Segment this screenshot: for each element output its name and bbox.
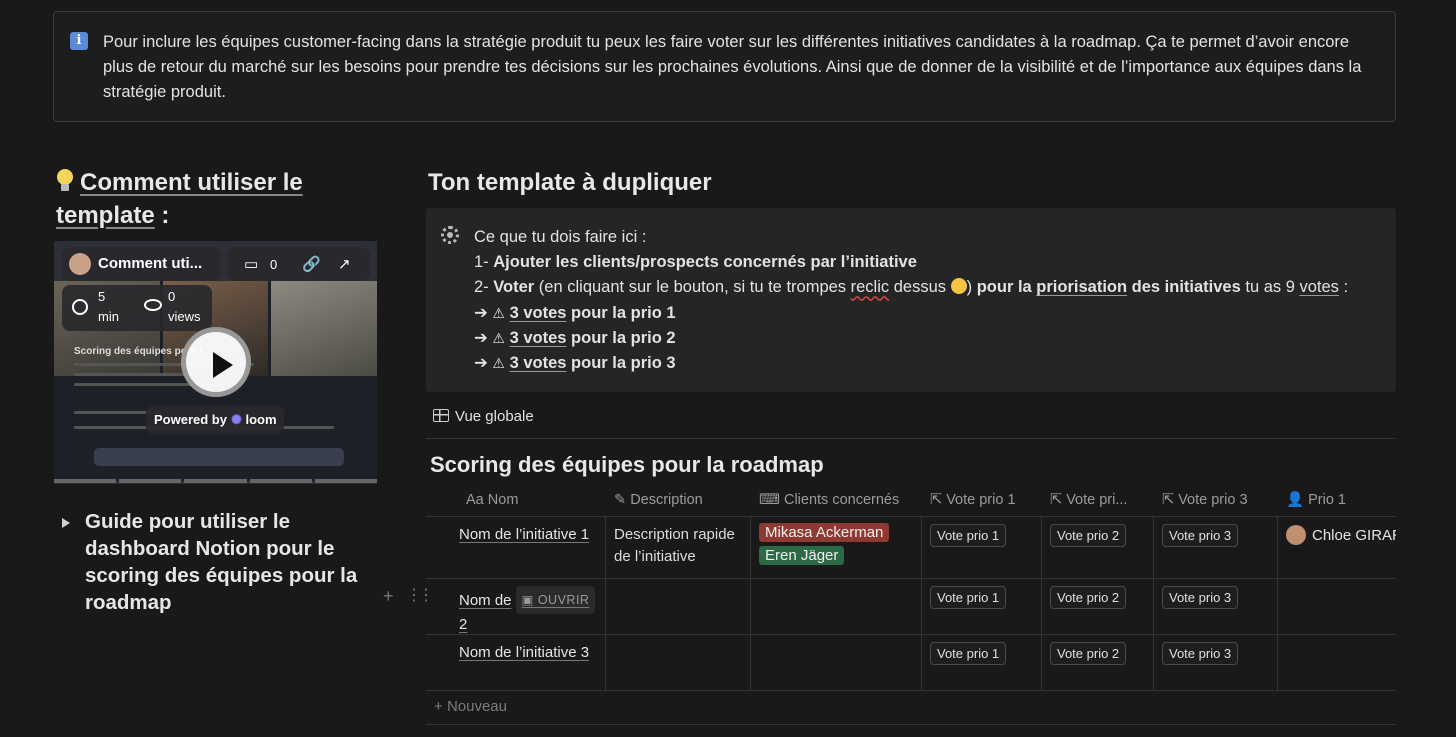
row-clients[interactable] (751, 579, 922, 634)
vote-prio-1-button[interactable]: Vote prio 1 (930, 586, 1007, 609)
row-name: Nom de l’initiative 1 (459, 526, 590, 543)
duration-unit: min (98, 309, 119, 324)
gear-icon (441, 226, 459, 244)
toggle-arrow-icon[interactable] (62, 518, 70, 528)
clock-icon (72, 299, 88, 315)
column-header-vote1[interactable]: ⇱ Vote prio 1 (922, 484, 1042, 516)
view-tab-label: Vue globale (455, 408, 534, 425)
vote-prio-1-button[interactable]: Vote prio 1 (930, 642, 1007, 665)
eye-icon (144, 299, 162, 311)
column-header-vote2[interactable]: ⇱ Vote pri... (1042, 484, 1154, 516)
row-clients[interactable]: Mikasa Ackerman Eren Jäger (751, 517, 922, 578)
row-description[interactable]: Description rapide de l’initiative (606, 517, 751, 578)
prio1-cell[interactable]: Chloe GIRAR (1278, 517, 1396, 578)
link-icon[interactable]: 🔗 (302, 255, 321, 273)
prio1-cell[interactable] (1278, 635, 1396, 690)
video-stats-pill: 5 min 0 views (62, 285, 212, 331)
column-header-name[interactable]: Aa Nom (426, 484, 606, 516)
video-title-pill[interactable]: Comment uti... (62, 247, 220, 281)
vote-prio-3-button[interactable]: Vote prio 3 (1162, 524, 1239, 547)
vote-prio-3-button[interactable]: Vote prio 3 (1162, 642, 1239, 665)
row-description[interactable] (606, 635, 751, 690)
views-unit: views (168, 309, 201, 324)
column-header-vote3[interactable]: ⇱ Vote prio 3 (1154, 484, 1278, 516)
database-title[interactable]: Scoring des équipes pour la roadmap (430, 452, 824, 478)
instructions-step-1: 1- Ajouter les clients/prospects concern… (474, 253, 917, 272)
comment-icon[interactable]: ▭ (244, 255, 258, 273)
how-to-link[interactable]: Comment utiliser le template (56, 169, 303, 229)
avatar (1286, 525, 1306, 545)
new-row-button[interactable]: + Nouveau (426, 692, 507, 722)
doc-line (74, 373, 194, 376)
column-header-description[interactable]: ✎ Description (606, 484, 751, 516)
open-button[interactable]: ▣ OUVRIR (515, 586, 596, 614)
play-button[interactable] (181, 327, 251, 397)
row-description[interactable] (606, 579, 751, 634)
client-tag: Eren Jäger (759, 546, 845, 565)
prio-line: ➔ ⚠ 3 votes pour la prio 3 (474, 351, 1389, 376)
scoring-table: Aa Nom ✎ Description ⌨ Clients concernés… (426, 484, 1396, 725)
column-header-prio1[interactable]: 👤 Prio 1 (1278, 484, 1396, 516)
how-to-heading: Comment utiliser le template : (56, 166, 356, 232)
instructions-step-2: 2- Voter (en cliquant sur le bouton, si … (474, 278, 1349, 297)
dock-bar (94, 448, 344, 466)
heading-suffix: : (154, 202, 170, 229)
external-link-icon[interactable]: ↗ (338, 255, 351, 273)
row-clients[interactable] (751, 635, 922, 690)
vote-prio-3-button[interactable]: Vote prio 3 (1162, 586, 1239, 609)
video-progress (54, 479, 377, 483)
info-icon: i (70, 32, 88, 50)
divider (426, 438, 1396, 439)
intro-text: Pour inclure les équipes customer-facing… (103, 33, 1362, 101)
column-header-clients[interactable]: ⌨ Clients concernés (751, 484, 922, 516)
text-prop-icon: Aa (466, 492, 484, 508)
loom-video-embed[interactable]: Scoring des équipes pour l Comment uti..… (54, 241, 377, 484)
vote-prio-2-button[interactable]: Vote prio 2 (1050, 586, 1127, 609)
instructions-line: Ce que tu dois faire ici : (474, 228, 647, 246)
row-name: Nom de l’initiative 3 (459, 644, 590, 661)
table-row[interactable]: Nom de ▣ OUVRIR 2 Vote prio 1 Vote prio 2 … (426, 579, 1396, 635)
row-name-cell[interactable]: Nom de l’initiative 1 (426, 517, 606, 578)
views-value: 0 (168, 289, 176, 304)
view-tab-global[interactable]: Vue globale (433, 408, 534, 425)
table-row[interactable]: Nom de l’initiative 3 Vote prio 1 Vote p… (426, 635, 1396, 691)
smiley-icon (950, 278, 967, 295)
powered-by-loom: Powered by ✺ loom (146, 405, 284, 435)
loom-star-icon: ✺ (230, 412, 242, 427)
guide-toggle-label: Guide pour utiliser le dashboard Notion … (85, 510, 358, 614)
prio-line: ➔ ⚠ 3 votes pour la prio 2 (474, 326, 1389, 351)
prio1-person: Chloe GIRAR (1312, 527, 1396, 544)
warning-icon: ⚠ (492, 355, 505, 372)
vote-prio-2-button[interactable]: Vote prio 2 (1050, 642, 1127, 665)
row-name-cont: 2 (459, 616, 468, 633)
powered-by-text: Powered by (154, 412, 227, 427)
row-name-cell[interactable]: Nom de l’initiative 3 (426, 635, 606, 690)
prio-line: ➔ ⚠ 3 votes pour la prio 1 (474, 301, 1389, 326)
instructions-callout: Ce que tu dois faire ici : 1- Ajouter le… (426, 208, 1396, 392)
row-name-cell[interactable]: Nom de ▣ OUVRIR 2 (426, 579, 606, 634)
add-block-icon[interactable]: + (383, 586, 394, 607)
table-icon (433, 409, 449, 422)
table-row[interactable]: Nom de l’initiative 1 Description rapide… (426, 517, 1396, 579)
vote-prio-2-button[interactable]: Vote prio 2 (1050, 524, 1127, 547)
table-header: Aa Nom ✎ Description ⌨ Clients concernés… (426, 484, 1396, 517)
avatar (69, 253, 91, 275)
row-name: Nom de (459, 592, 512, 609)
warning-icon: ⚠ (492, 304, 505, 321)
video-actions-pill: ▭ 0 🔗 ↗ (228, 247, 370, 281)
client-tag: Mikasa Ackerman (759, 523, 890, 542)
vote-prio-1-button[interactable]: Vote prio 1 (930, 524, 1007, 547)
video-title: Comment uti... (98, 255, 203, 272)
prio1-cell[interactable] (1278, 579, 1396, 634)
loom-brand: loom (245, 412, 277, 427)
plus-icon: + (434, 698, 443, 715)
template-heading: Ton template à dupliquer (428, 169, 712, 196)
warning-icon: ⚠ (492, 329, 505, 346)
intro-callout: i Pour inclure les équipes customer-faci… (53, 11, 1396, 122)
lightbulb-icon (56, 169, 74, 193)
divider (426, 724, 1396, 725)
comment-count: 0 (270, 257, 278, 272)
duration-value: 5 (98, 289, 106, 304)
